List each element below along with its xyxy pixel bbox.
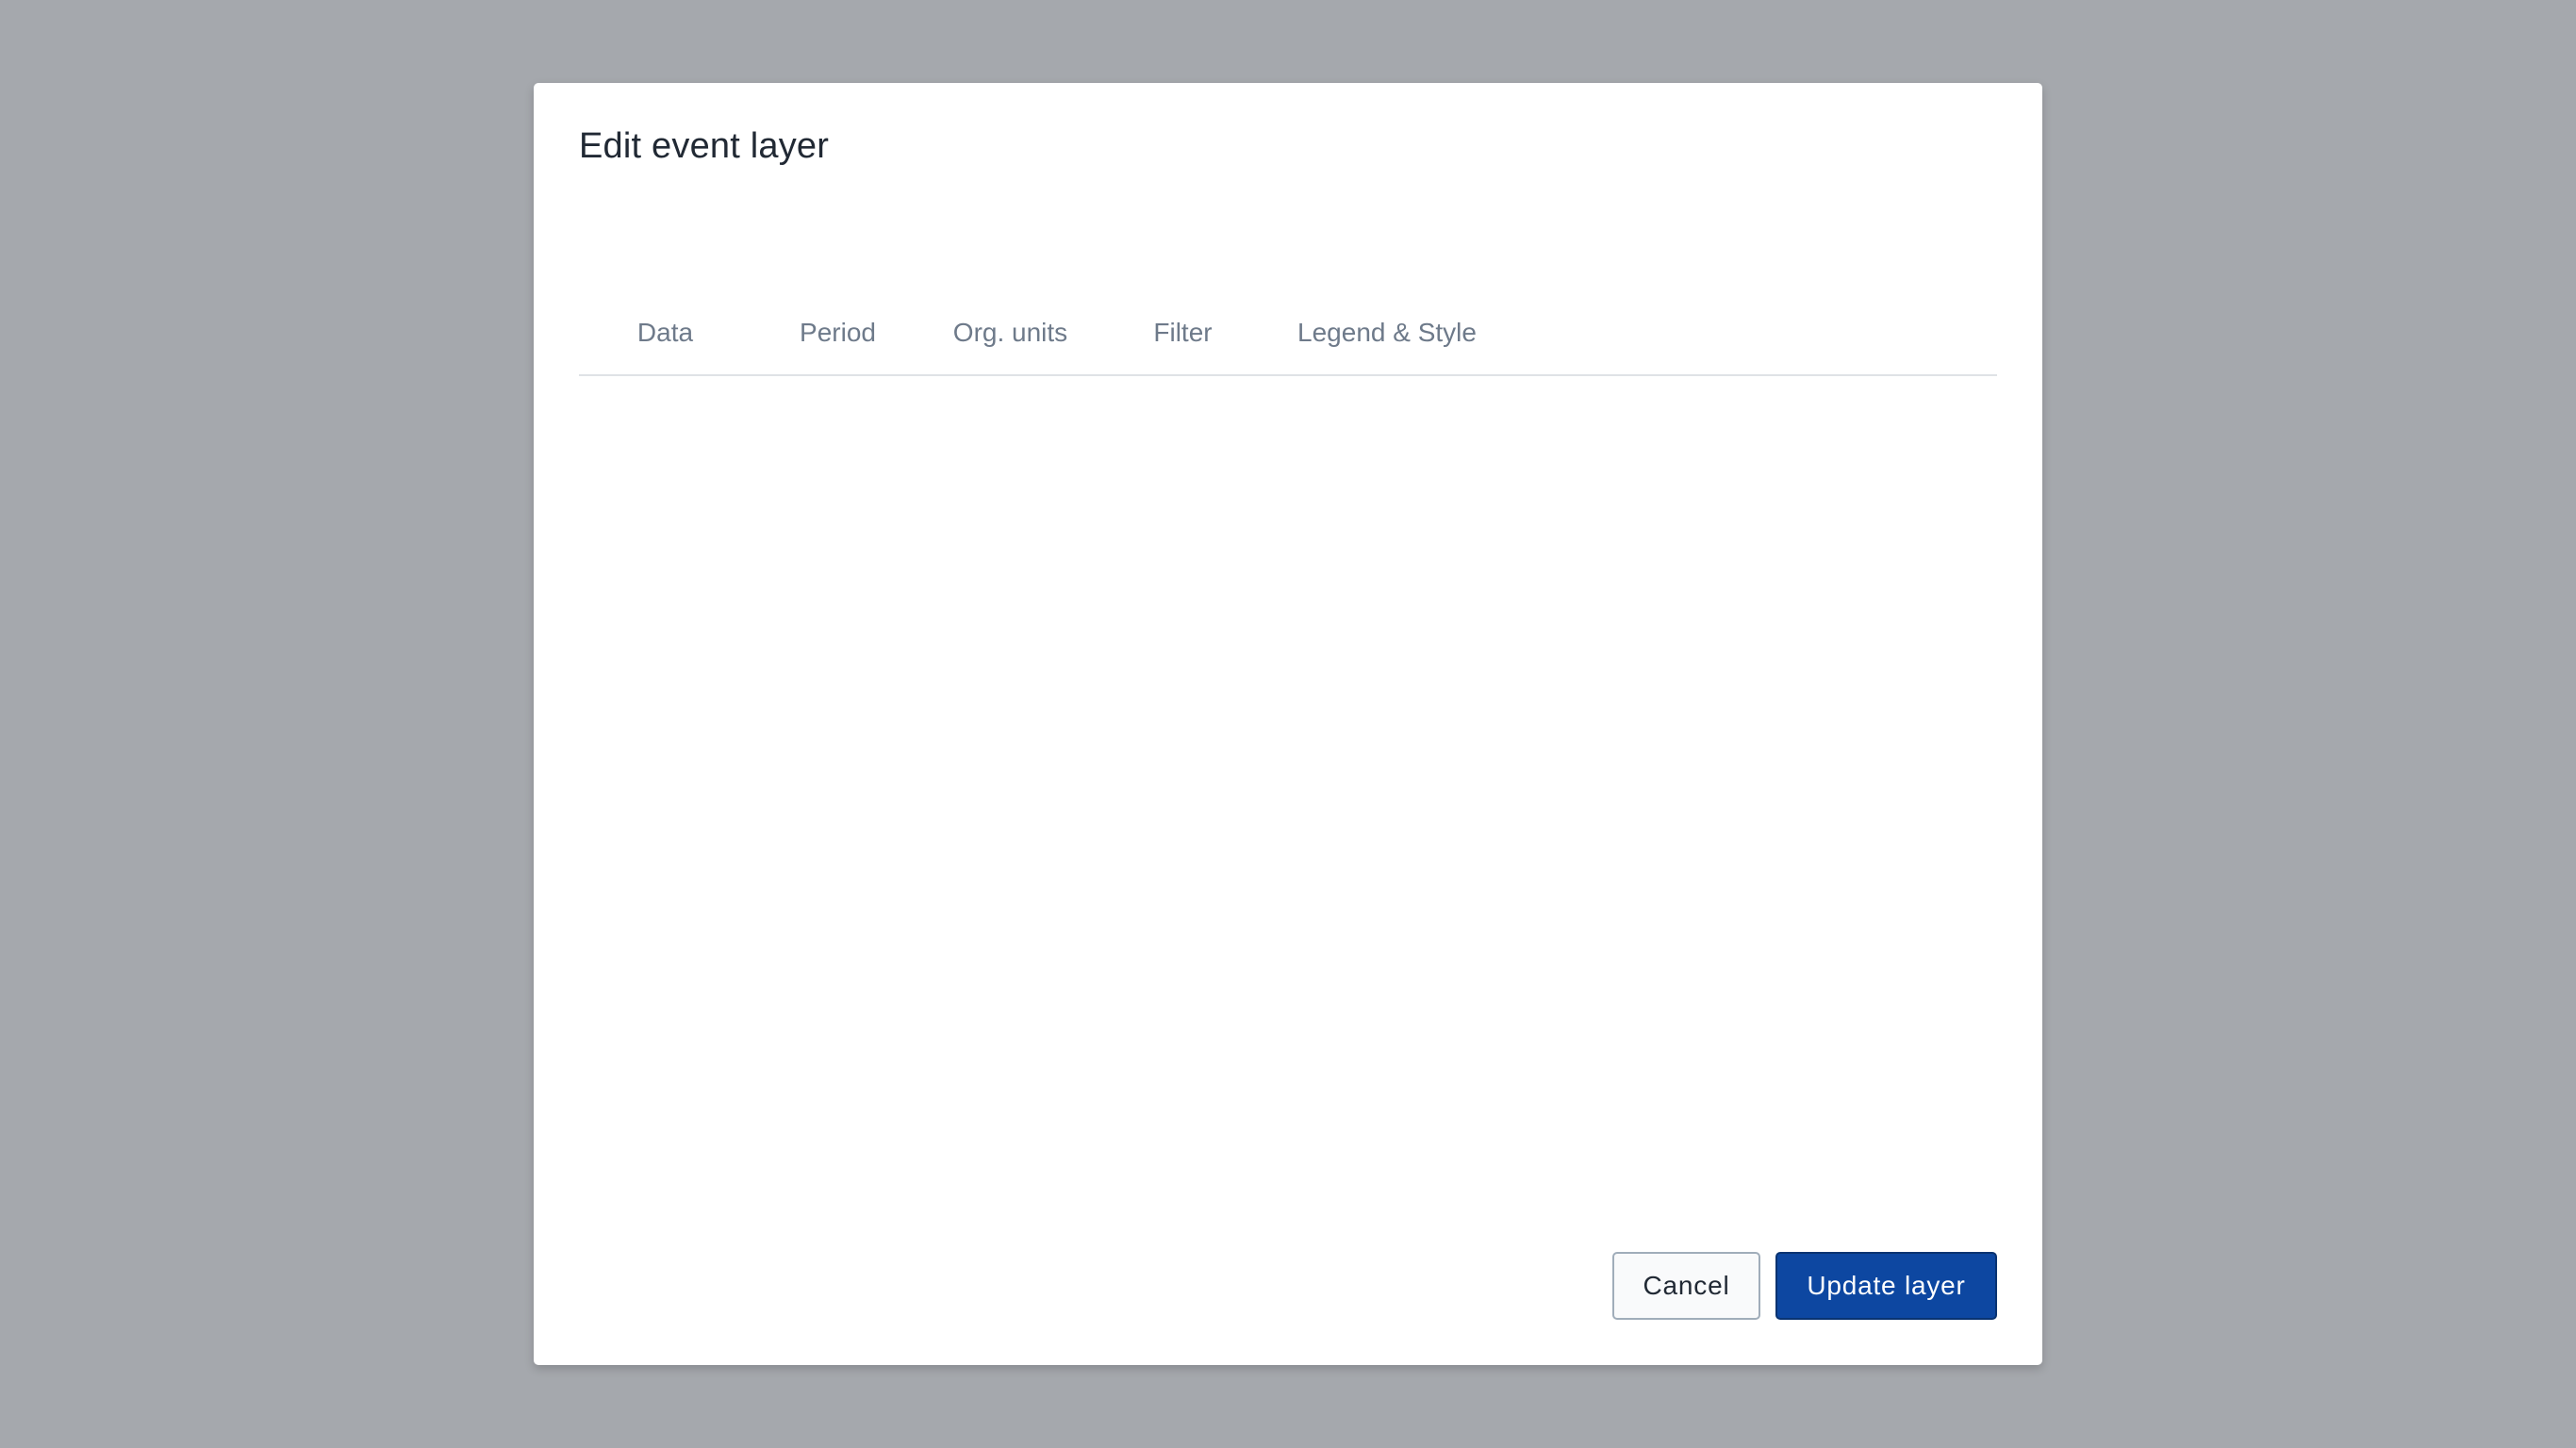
tab-legend-style[interactable]: Legend & Style: [1269, 290, 1505, 374]
dialog-actions: Cancel Update layer: [1612, 1252, 1997, 1320]
update-layer-button[interactable]: Update layer: [1775, 1252, 1997, 1320]
dialog-content-area: [579, 378, 1997, 1283]
dialog-title: Edit event layer: [579, 126, 830, 166]
tab-period[interactable]: Period: [751, 290, 924, 374]
tab-filter-label: Filter: [1153, 317, 1213, 347]
tab-bar: Data Period Org. units Filter Legend & S…: [579, 290, 1997, 376]
tab-data-label: Data: [636, 317, 694, 347]
tab-period-label: Period: [800, 317, 876, 347]
tab-org-units-label: Org. units: [952, 317, 1068, 347]
tab-data[interactable]: Data: [579, 290, 751, 374]
tab-org-units[interactable]: Org. units: [924, 290, 1097, 374]
edit-layer-dialog: Edit event layer Data Period Org. units …: [534, 83, 2042, 1365]
tab-legend-style-label: Legend & Style: [1297, 317, 1477, 347]
cancel-button[interactable]: Cancel: [1612, 1252, 1760, 1320]
tab-filter[interactable]: Filter: [1097, 290, 1269, 374]
